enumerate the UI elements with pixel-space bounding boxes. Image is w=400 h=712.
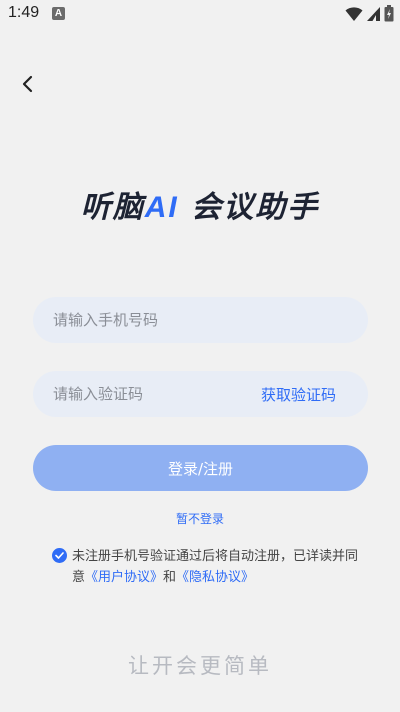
back-button[interactable] bbox=[14, 72, 42, 100]
status-time: 1:49 bbox=[8, 4, 40, 21]
agreement-text: 未注册手机号验证通过后将自动注册，已详读并同意《用户协议》和《隐私协议》 bbox=[72, 546, 370, 588]
verification-code-input[interactable] bbox=[51, 384, 261, 404]
chevron-left-icon bbox=[21, 75, 35, 97]
battery-icon bbox=[384, 5, 394, 26]
agreement: 未注册手机号验证通过后将自动注册，已详读并同意《用户协议》和《隐私协议》 bbox=[52, 546, 370, 588]
notification-app-icon: A bbox=[52, 7, 65, 20]
wifi-icon bbox=[345, 6, 363, 26]
status-icons bbox=[345, 5, 394, 26]
agreement-and: 和 bbox=[163, 570, 177, 585]
checkmark-icon bbox=[55, 552, 64, 559]
slogan: 让开会更简单 bbox=[128, 654, 272, 678]
app-title: 听脑AI 会议助手 bbox=[0, 182, 400, 226]
agreement-checkbox[interactable] bbox=[52, 548, 67, 563]
app-title-prefix: 听脑 bbox=[80, 190, 145, 225]
phone-input[interactable] bbox=[51, 310, 350, 330]
privacy-policy-link[interactable]: 《隐私协议》 bbox=[176, 570, 254, 585]
signal-icon bbox=[366, 6, 381, 26]
status-bar: 1:49 A bbox=[0, 0, 400, 28]
login-register-button[interactable]: 登录/注册 bbox=[33, 445, 368, 491]
verification-code-field[interactable]: 获取验证码 bbox=[33, 371, 368, 417]
app-title-accent: AI bbox=[144, 191, 179, 224]
user-agreement-link[interactable]: 《用户协议》 bbox=[85, 570, 163, 585]
app-title-suffix: 会议助手 bbox=[178, 190, 320, 225]
skip-login-link[interactable]: 暂不登录 bbox=[0, 510, 400, 527]
get-code-button[interactable]: 获取验证码 bbox=[261, 384, 336, 405]
phone-field[interactable] bbox=[33, 297, 368, 343]
